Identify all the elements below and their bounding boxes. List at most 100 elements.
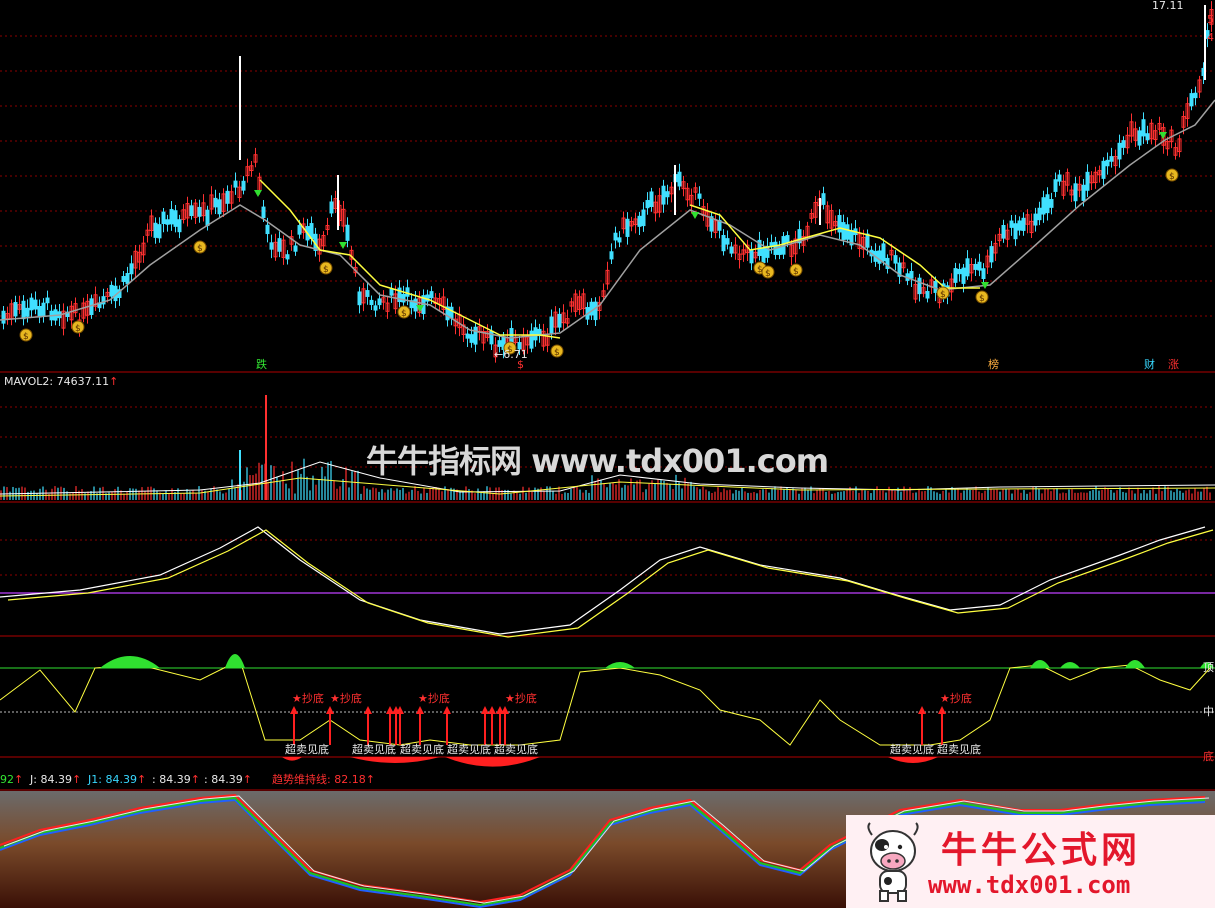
candle-body: [129, 263, 134, 275]
kdj-label-j: J: 84.39↑: [30, 773, 82, 786]
candle-body: [1141, 119, 1146, 137]
buy-signal-label: ★抄底: [292, 692, 324, 705]
buy-signal-arrowhead: [488, 706, 496, 714]
event-tag-finance[interactable]: 财: [1144, 359, 1155, 371]
candle-body: [677, 171, 682, 187]
signal-green-hump: [225, 654, 245, 668]
event-tag-list[interactable]: 榜: [988, 359, 999, 371]
candle-body: [25, 307, 30, 317]
candle-body: [173, 210, 178, 227]
volume-title: MAVOL2: 74637.11↑: [4, 375, 119, 388]
candle-body: [233, 180, 238, 188]
signal-green-hump: [100, 656, 160, 668]
candle-body: [277, 238, 282, 252]
buy-signal-arrowhead: [918, 706, 926, 714]
price-top-value: 17.11: [1152, 0, 1184, 12]
candle-body: [121, 276, 126, 282]
logo-url: www.tdx001.com: [928, 871, 1131, 899]
candle-body: [549, 316, 554, 334]
event-tag-rise[interactable]: 涨: [1168, 359, 1179, 371]
buy-signal-arrowhead: [938, 706, 946, 714]
candle-body: [821, 193, 826, 205]
oversold-label: 超卖见底: [285, 743, 329, 756]
kdj-label-trend: 趋势维持线: 82.18↑: [272, 773, 375, 786]
money-bag-glyph: $: [75, 324, 81, 334]
candle-body: [497, 340, 502, 347]
buy-signal-arrowhead: [481, 706, 489, 714]
candle-body: [965, 258, 970, 277]
oversold-label: 超卖见底: [494, 743, 538, 756]
candle-body: [533, 327, 538, 341]
buy-signal-arrowhead: [501, 706, 509, 714]
candle-body: [169, 209, 174, 225]
candle-body: [197, 206, 202, 217]
candle-body: [909, 271, 914, 279]
candle-body: [177, 219, 182, 233]
candle-body: [609, 251, 614, 260]
oversold-label: 超卖见底: [447, 743, 491, 756]
event-tag-dollar[interactable]: $: [517, 359, 524, 371]
money-bag-glyph: $: [1169, 172, 1175, 182]
candle-body: [449, 306, 454, 319]
candle-body: [529, 330, 534, 349]
candle-body: [1193, 92, 1198, 99]
candle-body: [89, 298, 94, 315]
candle-body: [1189, 93, 1194, 107]
candle-body: [1121, 140, 1126, 148]
candle-body: [641, 209, 646, 227]
event-tag-fall[interactable]: 跌: [256, 359, 267, 371]
signal-green-hump: [1060, 662, 1080, 668]
money-bag-glyph: $: [765, 269, 771, 279]
candle-body: [1053, 179, 1058, 192]
candle-body: [369, 299, 374, 306]
signal-green-hump: [605, 662, 635, 668]
candle-body: [1013, 223, 1018, 240]
candle-body: [1117, 142, 1122, 160]
candle-body: [329, 201, 334, 214]
candle-body: [157, 224, 162, 239]
candle-body: [429, 291, 434, 299]
candle-body: [1033, 213, 1038, 226]
candle-body: [345, 224, 350, 241]
down-arrow-icon: [1159, 132, 1167, 139]
brand-logo[interactable]: 牛牛公式网 www.tdx001.com: [846, 815, 1215, 908]
money-bag-glyph: $: [197, 244, 203, 254]
candle-body: [845, 224, 850, 240]
candle-body: [261, 206, 266, 219]
candle-body: [961, 267, 966, 284]
candle-body: [389, 288, 394, 296]
candle-body: [1001, 225, 1006, 239]
edge-mark: 5: [1207, 13, 1214, 26]
candle-body: [153, 222, 158, 238]
buy-signal-arrowhead: [443, 706, 451, 714]
signal-right-mid: 中: [1203, 705, 1214, 718]
cow-mascot-icon: [867, 822, 919, 902]
candle-body: [957, 268, 962, 275]
signal-panel-lines: [0, 654, 1214, 767]
candle-body: [357, 291, 362, 306]
kdj-label-3: : 84.39↑: [152, 773, 200, 786]
oscillator-white: [0, 526, 1206, 635]
candle-body: [933, 280, 938, 293]
signal-red-trough: [282, 757, 302, 761]
money-bag-glyph: $: [23, 332, 29, 342]
candle-body: [293, 245, 298, 252]
candle-body: [749, 249, 754, 264]
candle-body: [625, 218, 630, 237]
candle-body: [161, 211, 166, 224]
candle-body: [469, 334, 474, 343]
buy-signal-arrowhead: [416, 706, 424, 714]
candle-body: [165, 219, 170, 225]
signal-yellow-line: [0, 659, 1211, 746]
candle-body: [29, 297, 34, 311]
candle-body: [1101, 160, 1106, 179]
kdj-label-j1: J1: 84.39↑: [88, 773, 147, 786]
candle-body: [1057, 174, 1062, 182]
candle-body: [725, 238, 730, 245]
candle-body: [269, 242, 274, 250]
candle-body: [405, 287, 410, 297]
signal-red-trough: [350, 757, 440, 763]
candle-body: [981, 268, 986, 280]
money-bag-glyph: $: [323, 265, 329, 275]
down-arrow-icon: [254, 190, 262, 197]
